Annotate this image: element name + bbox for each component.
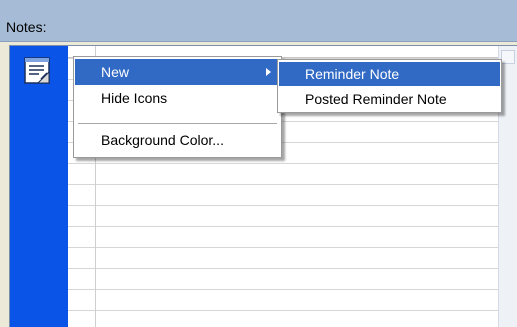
menu-separator bbox=[78, 123, 277, 124]
submenu-item-reminder-note[interactable]: Reminder Note bbox=[279, 62, 500, 86]
submenu-item-posted-reminder-note-label: Posted Reminder Note bbox=[305, 91, 447, 107]
menu-item-hide-icons-label: Hide Icons bbox=[101, 90, 168, 106]
submenu-item-posted-reminder-note[interactable]: Posted Reminder Note bbox=[279, 87, 500, 111]
submenu-item-reminder-note-label: Reminder Note bbox=[305, 66, 400, 82]
notes-icon[interactable] bbox=[24, 57, 51, 85]
scroll-up-button[interactable] bbox=[501, 50, 515, 64]
notes-icon-strip[interactable] bbox=[10, 46, 68, 327]
menu-item-hide-icons[interactable]: Hide Icons bbox=[75, 85, 280, 111]
menu-item-new-label: New bbox=[101, 64, 130, 80]
notes-header: Notes: bbox=[0, 0, 517, 42]
context-menu: New Hide Icons Background Color... bbox=[73, 56, 282, 158]
new-submenu: Reminder Note Posted Reminder Note bbox=[277, 59, 502, 113]
menu-item-new[interactable]: New bbox=[75, 59, 280, 85]
chevron-right-icon bbox=[266, 68, 271, 76]
menu-item-background-color[interactable]: Background Color... bbox=[75, 127, 280, 153]
notes-title: Notes: bbox=[6, 19, 47, 35]
menu-item-background-color-label: Background Color... bbox=[101, 132, 224, 148]
